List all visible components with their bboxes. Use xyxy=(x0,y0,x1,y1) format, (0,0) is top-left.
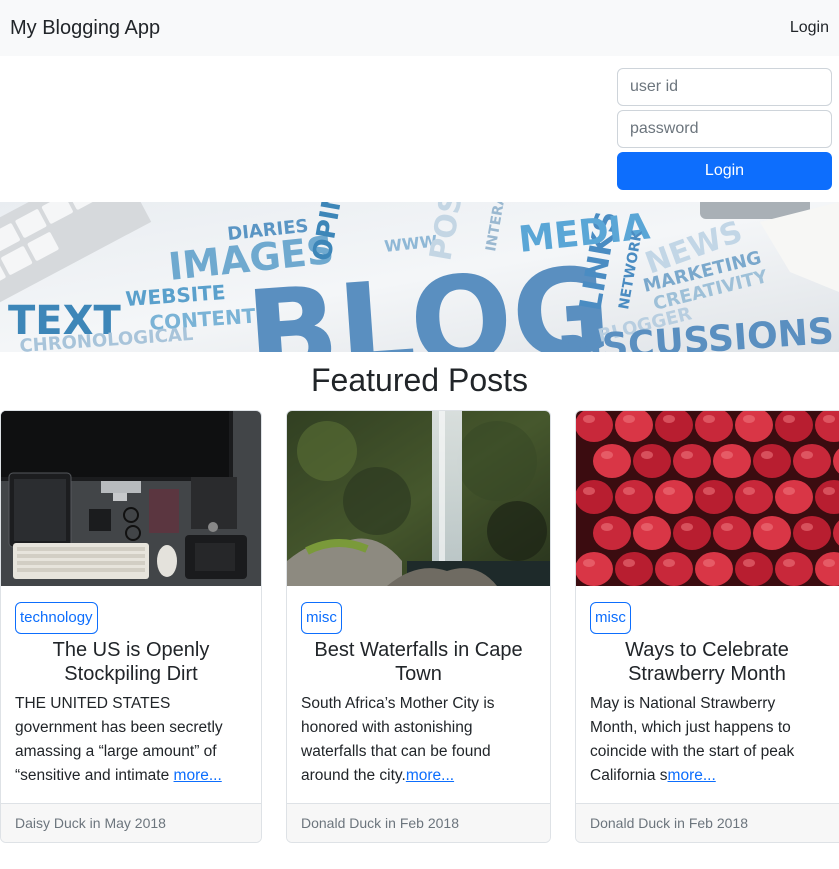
category-badge[interactable]: technology xyxy=(15,602,98,634)
post-footer: Donald Duck in Feb 2018 xyxy=(287,803,550,842)
post-image-desk[interactable] xyxy=(1,411,261,586)
featured-posts-title: Featured Posts xyxy=(311,362,528,398)
more-link[interactable]: more... xyxy=(406,767,454,784)
post-image-waterfall[interactable] xyxy=(287,411,550,586)
nav-login-link[interactable]: Login xyxy=(790,19,829,37)
post-card-1: technology The US is Openly Stockpiling … xyxy=(0,410,262,843)
brand-title[interactable]: My Blogging App xyxy=(10,17,160,40)
login-button[interactable]: Login xyxy=(617,152,832,190)
more-link[interactable]: more... xyxy=(174,767,222,784)
post-footer: Donald Duck in Feb 2018 xyxy=(576,803,839,842)
post-image-strawberries[interactable] xyxy=(576,411,839,586)
navbar: My Blogging App Login xyxy=(0,0,839,56)
post-excerpt: South Africa’s Mother City is honored wi… xyxy=(301,692,536,788)
login-form: Login xyxy=(617,68,832,190)
post-card-3: misc Ways to Celebrate Strawberry Month … xyxy=(575,410,839,843)
password-input[interactable] xyxy=(617,110,832,148)
category-badge[interactable]: misc xyxy=(301,602,342,634)
post-title[interactable]: The US is Openly Stockpiling Dirt xyxy=(15,638,247,686)
post-title[interactable]: Ways to Celebrate Strawberry Month xyxy=(590,638,832,686)
post-excerpt: May is National Strawberry Month, which … xyxy=(590,692,832,788)
blog-word-cloud-image: TEXTWEBSITECONTENTIMAGESDIARIESOPINIONWW… xyxy=(0,202,839,352)
post-footer: Daisy Duck in May 2018 xyxy=(1,803,261,842)
more-link[interactable]: more... xyxy=(668,767,716,784)
post-excerpt: THE UNITED STATES government has been se… xyxy=(15,692,247,788)
hero-banner: TEXTWEBSITECONTENTIMAGESDIARIESOPINIONWW… xyxy=(0,202,839,352)
category-badge[interactable]: misc xyxy=(590,602,631,634)
post-card-2: misc Best Waterfalls in Cape Town South … xyxy=(286,410,551,843)
user-id-input[interactable] xyxy=(617,68,832,106)
post-excerpt-text: South Africa’s Mother City is honored wi… xyxy=(301,695,495,784)
post-title[interactable]: Best Waterfalls in Cape Town xyxy=(301,638,536,686)
